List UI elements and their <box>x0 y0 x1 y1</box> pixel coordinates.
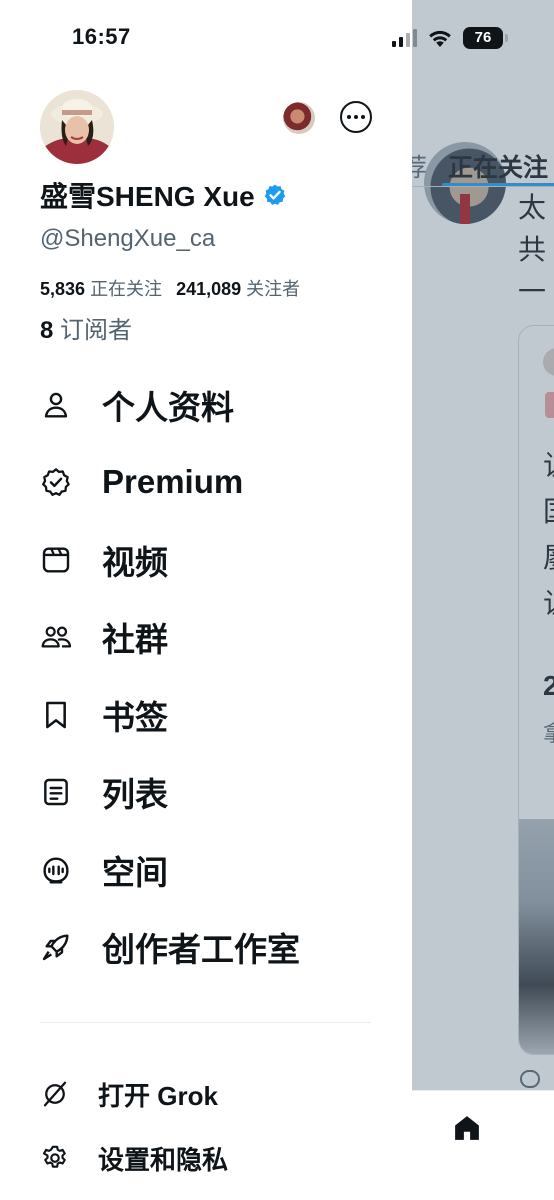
side-drawer: 16:57 76 盛雪SHENG Xue @ShengXue_ca 5,836 … <box>0 0 508 1200</box>
menu-item-spaces[interactable]: 空间 <box>40 831 380 909</box>
status-time: 16:57 <box>72 24 131 49</box>
menu-label: 空间 <box>102 853 168 891</box>
drawer-menu: 个人资料 Premium 视频 社群 书签 列表 空间 创作者工作室 <box>40 366 380 986</box>
premium-badge-icon <box>42 468 70 497</box>
menu-label: 社群 <box>102 621 168 659</box>
drawer-settings: 打开 Grok 设置和隐私 <box>40 1062 380 1190</box>
bookmark-icon <box>46 701 66 729</box>
menu-label: 个人资料 <box>102 388 234 426</box>
display-name[interactable]: 盛雪SHENG Xue <box>40 178 287 212</box>
avatar-image <box>40 90 114 164</box>
profile-avatar[interactable] <box>40 90 114 164</box>
video-icon <box>42 547 70 573</box>
menu-item-profile[interactable]: 个人资料 <box>40 366 380 444</box>
menu-label: 书签 <box>102 698 168 736</box>
grok-icon <box>43 1081 67 1107</box>
followers-count: 241,089 <box>176 279 242 299</box>
follow-stats: 5,836 正在关注 241,089 关注者 <box>40 275 300 301</box>
account-switcher-avatar[interactable] <box>283 102 315 134</box>
menu-item-settings-privacy[interactable]: 设置和隐私 <box>40 1126 380 1190</box>
dot-icon <box>361 115 365 119</box>
status-icons: 76 <box>392 24 508 52</box>
following-label: 正在关注 <box>90 279 163 299</box>
menu-label: 列表 <box>102 776 168 814</box>
menu-label: 视频 <box>102 543 168 581</box>
communities-icon <box>41 626 72 648</box>
verified-badge-icon <box>264 184 286 205</box>
menu-item-bookmarks[interactable]: 书签 <box>40 676 380 754</box>
drawer-scrim[interactable] <box>412 0 554 1200</box>
profile-handle: @ShengXue_ca <box>40 225 216 252</box>
menu-item-video[interactable]: 视频 <box>40 521 380 599</box>
home-icon[interactable] <box>452 1113 482 1143</box>
followers-label: 关注者 <box>246 279 301 299</box>
menu-label: 创作者工作室 <box>102 931 300 969</box>
menu-label: Premium <box>102 463 244 501</box>
subscribers-count: 8 <box>40 317 54 344</box>
gear-icon <box>42 1145 66 1168</box>
settings-label: 打开 Grok <box>98 1080 218 1111</box>
followers-link[interactable]: 241,089 关注者 <box>176 279 300 299</box>
menu-item-creator-studio[interactable]: 创作者工作室 <box>40 909 380 987</box>
menu-item-grok[interactable]: 打开 Grok <box>40 1062 380 1126</box>
following-link[interactable]: 5,836 正在关注 <box>40 279 162 299</box>
subscribers-label: 订阅者 <box>60 317 133 344</box>
menu-item-communities[interactable]: 社群 <box>40 599 380 677</box>
bottom-nav <box>412 1090 554 1200</box>
settings-label: 设置和隐私 <box>98 1144 229 1175</box>
cellular-signal-icon <box>392 29 417 47</box>
more-accounts-button[interactable] <box>340 101 372 133</box>
following-count: 5,836 <box>40 279 86 299</box>
dot-icon <box>347 115 351 119</box>
menu-item-lists[interactable]: 列表 <box>40 754 380 832</box>
battery-icon: 76 <box>463 27 508 49</box>
list-icon <box>44 779 68 806</box>
wifi-icon <box>429 30 451 47</box>
menu-divider <box>40 1022 371 1023</box>
person-icon <box>44 392 68 418</box>
menu-item-premium[interactable]: Premium <box>40 444 380 522</box>
dot-icon <box>354 115 358 119</box>
rocket-icon <box>42 934 69 961</box>
spaces-icon <box>43 857 69 884</box>
display-name-text: 盛雪SHENG Xue <box>40 181 255 212</box>
subscribers-link[interactable]: 8 订阅者 <box>40 310 132 345</box>
